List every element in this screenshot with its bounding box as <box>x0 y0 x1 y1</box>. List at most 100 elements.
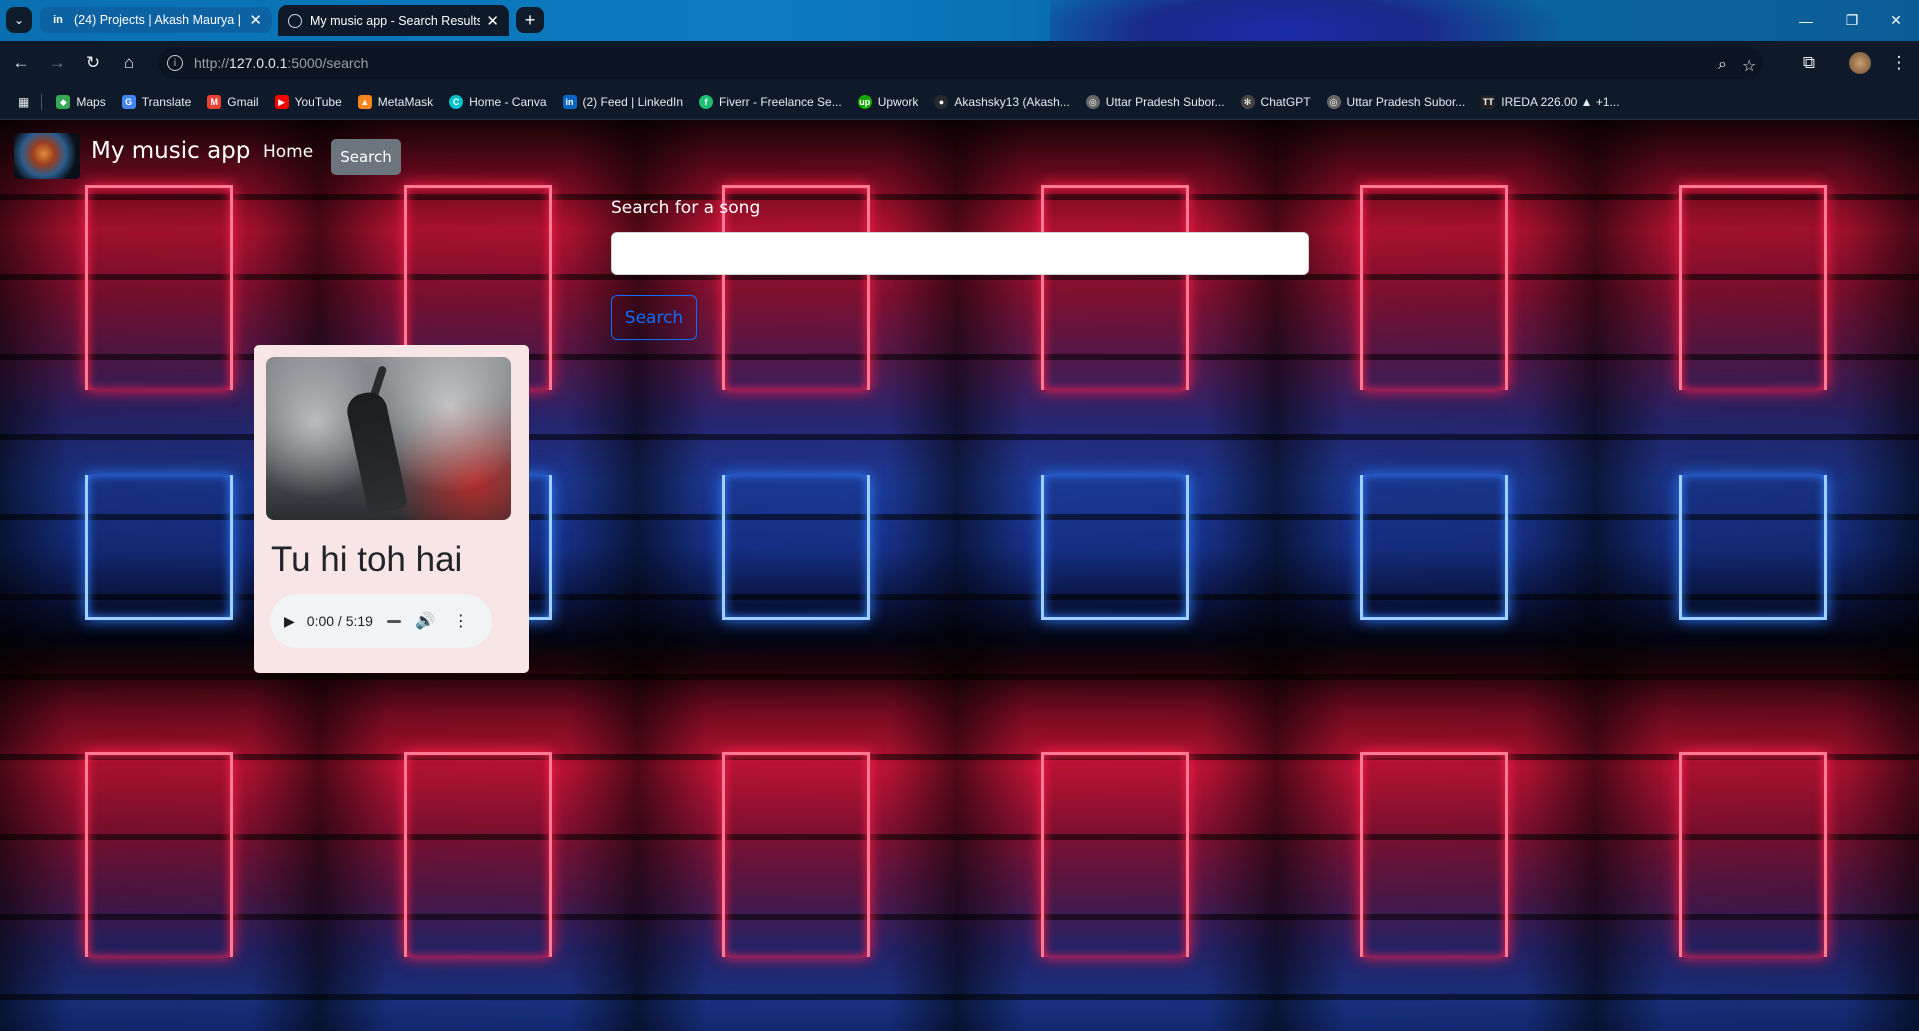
canva-icon: C <box>449 95 464 109</box>
tab-title: (24) Projects | Akash Maurya | L <box>74 13 244 27</box>
neon-frame-blue <box>1679 475 1827 620</box>
linkedin-icon: in <box>53 14 63 26</box>
bookmark-item[interactable]: in (2) Feed | LinkedIn <box>562 95 684 109</box>
metamask-icon: ▲ <box>357 95 372 109</box>
search-input[interactable] <box>611 232 1309 275</box>
neon-frame-blue <box>1360 475 1508 620</box>
neon-frame-red <box>1041 752 1189 957</box>
github-icon: ● <box>934 95 949 109</box>
nav-search-link[interactable]: Search <box>331 139 401 175</box>
url-scheme: http:// <box>194 55 230 71</box>
restore-icon[interactable]: ❐ <box>1829 0 1875 41</box>
bookmark-item[interactable]: ◎ Uttar Pradesh Subor... <box>1326 95 1466 109</box>
globe-icon <box>288 13 302 28</box>
profile-avatar[interactable] <box>1849 52 1871 74</box>
home-icon[interactable]: ⌂ <box>116 50 142 76</box>
neon-frame-red <box>1360 185 1508 390</box>
bookmark-item[interactable]: M Gmail <box>207 95 259 109</box>
reload-icon[interactable]: ↻ <box>80 50 106 76</box>
bookmark-item[interactable]: ✻ ChatGPT <box>1240 95 1311 109</box>
page-viewport: My music app Home Search Search for a so… <box>0 120 1919 1031</box>
tab-linkedin-projects[interactable]: in (24) Projects | Akash Maurya | L ✕ <box>40 7 272 33</box>
close-tab-icon[interactable]: ✕ <box>249 11 262 29</box>
neon-frame-blue <box>85 475 233 620</box>
neon-frame-blue <box>722 475 870 620</box>
gov-icon: ◎ <box>1326 95 1341 109</box>
song-title: Tu hi toh hai <box>271 540 463 579</box>
bookmark-label: Uttar Pradesh Subor... <box>1346 95 1466 109</box>
bookmark-label: Translate <box>141 95 192 109</box>
minimize-icon[interactable]: — <box>1783 0 1829 41</box>
play-icon[interactable]: ▶ <box>284 613 295 630</box>
chatgpt-icon: ✻ <box>1240 95 1255 109</box>
zoom-icon[interactable]: ⌕ <box>1718 56 1727 74</box>
app-logo[interactable] <box>14 133 80 179</box>
audio-progress-bar[interactable] <box>386 619 401 623</box>
bookmark-item[interactable]: TT IREDA 226.00 ▲ +1... <box>1481 95 1620 109</box>
search-submit-button[interactable]: Search <box>611 295 697 340</box>
app-navbar: My music app Home Search <box>0 120 1919 180</box>
neon-frame-red <box>722 752 870 957</box>
browser-toolbar: ← → ↻ ⌂ i http://127.0.0.1:5000/search ⌕… <box>0 41 1919 85</box>
bookmark-label: YouTube <box>294 95 342 109</box>
neon-frame-red <box>1041 185 1189 390</box>
bookmark-item[interactable]: ▲ MetaMask <box>357 95 434 109</box>
more-options-icon[interactable]: ⋮ <box>453 611 469 631</box>
bookmark-star-icon[interactable]: ☆ <box>1742 56 1756 76</box>
upwork-icon: up <box>857 95 872 109</box>
gmail-icon: M <box>207 95 222 109</box>
song-cover-image <box>266 357 511 520</box>
fiverr-icon: f <box>699 95 714 109</box>
bookmark-label: Maps <box>76 95 106 109</box>
neon-frame-red <box>1679 752 1827 957</box>
new-tab-button[interactable]: + <box>516 7 544 33</box>
tab-title: My music app - Search Results <box>310 13 481 28</box>
maps-icon: ◆ <box>56 95 71 109</box>
back-icon[interactable]: ← <box>8 50 34 76</box>
volume-icon[interactable]: 🔊 <box>415 611 435 631</box>
bookmark-item[interactable]: ▶ YouTube <box>274 95 342 109</box>
neon-frame-red <box>1360 752 1508 957</box>
audio-player[interactable]: ▶ 0:00 / 5:19 🔊 ⋮ <box>270 594 492 648</box>
bookmark-label: IREDA 226.00 ▲ +1... <box>1501 95 1620 109</box>
linkedin-icon: in <box>562 95 577 109</box>
bookmark-label: ChatGPT <box>1260 95 1311 109</box>
bookmarks-divider <box>41 94 43 110</box>
bookmark-label: Uttar Pradesh Subor... <box>1105 95 1225 109</box>
bookmark-label: Home - Canva <box>469 95 547 109</box>
close-tab-icon[interactable]: ✕ <box>486 12 499 30</box>
url-path: :5000/search <box>287 55 369 71</box>
bookmark-item[interactable]: G Translate <box>121 95 192 109</box>
bookmark-item[interactable]: C Home - Canva <box>449 95 547 109</box>
bookmark-label: MetaMask <box>377 95 434 109</box>
bookmark-item[interactable]: f Fiverr - Freelance Se... <box>699 95 842 109</box>
bookmarks-bar: ▦ ◆ Maps G Translate M Gmail ▶ YouTube ▲ Meta… <box>0 85 1919 120</box>
gov-icon: ◎ <box>1085 95 1100 109</box>
neon-frame-red <box>85 752 233 957</box>
bookmark-item[interactable]: ◆ Maps <box>56 95 106 109</box>
tab-music-app[interactable]: My music app - Search Results ✕ <box>278 5 509 36</box>
theme-artwork <box>1050 0 1570 41</box>
stock-icon: TT <box>1481 95 1496 109</box>
close-window-icon[interactable]: ✕ <box>1873 0 1919 41</box>
address-bar[interactable]: i http://127.0.0.1:5000/search ⌕ ☆ <box>158 47 1763 79</box>
search-label: Search for a song <box>611 198 761 218</box>
bookmark-label: (2) Feed | LinkedIn <box>582 95 684 109</box>
tab-search-menu-button[interactable]: ⌄ <box>6 7 32 33</box>
browser-menu-icon[interactable]: ⋮ <box>1886 50 1912 76</box>
app-brand[interactable]: My music app <box>91 138 250 164</box>
bookmark-item[interactable]: ◎ Uttar Pradesh Subor... <box>1085 95 1225 109</box>
audio-time: 0:00 / 5:19 <box>306 613 373 629</box>
bookmark-item[interactable]: ● Akashsky13 (Akash... <box>934 95 1070 109</box>
apps-grid-icon[interactable]: ▦ <box>18 95 29 109</box>
extensions-icon[interactable]: ⧉ <box>1796 50 1822 76</box>
neon-frame-blue <box>1041 475 1189 620</box>
bookmark-label: Upwork <box>877 95 919 109</box>
youtube-icon: ▶ <box>274 95 289 109</box>
site-info-icon[interactable]: i <box>167 55 183 71</box>
song-card: Tu hi toh hai ▶ 0:00 / 5:19 🔊 ⋮ <box>254 345 529 673</box>
forward-icon[interactable]: → <box>44 50 70 76</box>
cover-figure <box>343 389 409 515</box>
bookmark-item[interactable]: up Upwork <box>857 95 919 109</box>
nav-home-link[interactable]: Home <box>263 142 313 162</box>
